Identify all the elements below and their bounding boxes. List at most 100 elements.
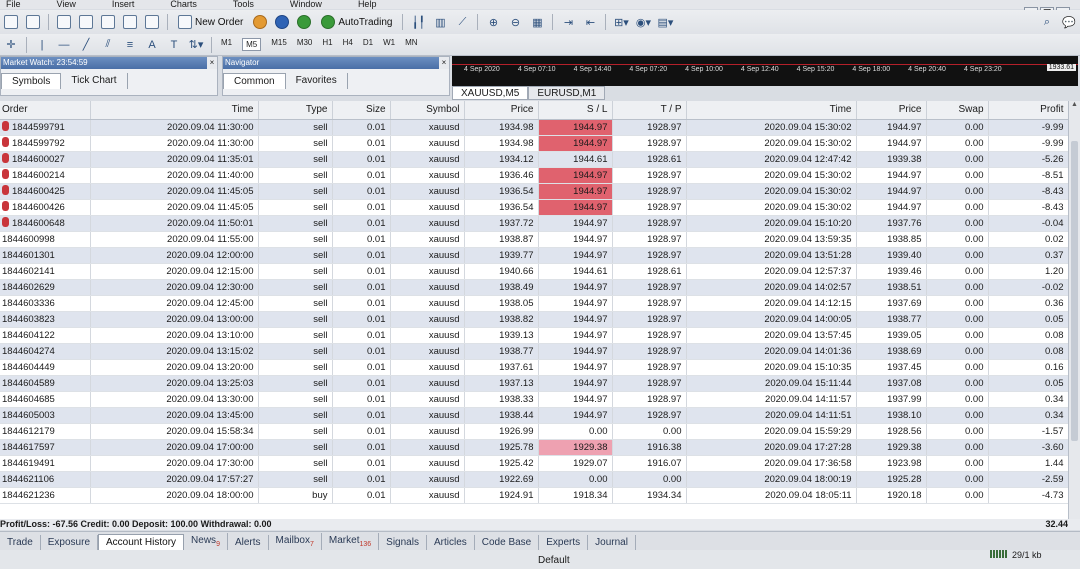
- menu-file[interactable]: File: [6, 0, 21, 9]
- tab-articles[interactable]: Articles: [427, 535, 475, 550]
- periods-icon[interactable]: ◉▾: [634, 13, 652, 31]
- column-header[interactable]: Swap: [926, 101, 989, 120]
- table-row[interactable]: 1844612179 2020.09.04 15:58:34 sell 0.01 xau…: [0, 423, 1068, 440]
- column-header[interactable]: Time: [686, 101, 857, 120]
- tab-alerts[interactable]: Alerts: [228, 535, 269, 550]
- auto-trading-button[interactable]: AutoTrading: [317, 13, 396, 31]
- timeframe-mn[interactable]: MN: [405, 38, 417, 51]
- tab-exposure[interactable]: Exposure: [41, 535, 99, 550]
- table-row[interactable]: 1844605003 2020.09.04 13:45:00 sell 0.01 xau…: [0, 407, 1068, 424]
- table-row[interactable]: 1844602629 2020.09.04 12:30:00 sell 0.01 xau…: [0, 279, 1068, 296]
- timeframe-m5[interactable]: M5: [242, 38, 262, 51]
- tab-account-history[interactable]: Account History: [98, 534, 185, 550]
- signals-icon[interactable]: [273, 13, 291, 31]
- timeframe-m15[interactable]: M15: [271, 38, 287, 51]
- data-window-icon[interactable]: [77, 13, 95, 31]
- table-row[interactable]: 1844604589 2020.09.04 13:25:03 sell 0.01 xau…: [0, 375, 1068, 392]
- arrows-icon[interactable]: ⇅▾: [187, 36, 205, 54]
- tab-mailbox[interactable]: Mailbox7: [269, 533, 322, 550]
- new-chart-icon[interactable]: [2, 13, 20, 31]
- tile-windows-icon[interactable]: ▦: [528, 13, 546, 31]
- table-row[interactable]: 1844600027 2020.09.04 11:35:01 sell 0.01 xau…: [0, 151, 1068, 168]
- menu-view[interactable]: View: [57, 0, 76, 9]
- menu-tools[interactable]: Tools: [233, 0, 254, 9]
- trendline-icon[interactable]: ╱: [77, 36, 95, 54]
- crosshair-icon[interactable]: ✛: [2, 36, 20, 54]
- column-header[interactable]: Symbol: [390, 101, 465, 120]
- market-watch-icon[interactable]: [55, 13, 73, 31]
- text-icon[interactable]: A: [143, 36, 161, 54]
- table-row[interactable]: 1844600648 2020.09.04 11:50:01 sell 0.01 xau…: [0, 215, 1068, 232]
- menu-charts[interactable]: Charts: [170, 0, 197, 9]
- column-header[interactable]: T / P: [612, 101, 687, 120]
- zoom-out-icon[interactable]: ⊖: [506, 13, 524, 31]
- tab-news[interactable]: News9: [184, 533, 228, 550]
- table-row[interactable]: 1844604122 2020.09.04 13:10:00 sell 0.01 xau…: [0, 327, 1068, 344]
- column-header[interactable]: Type: [258, 101, 333, 120]
- tab-symbols[interactable]: Symbols: [1, 73, 62, 89]
- table-row[interactable]: 1844601301 2020.09.04 12:00:00 sell 0.01 xau…: [0, 247, 1068, 264]
- tab-journal[interactable]: Journal: [588, 535, 636, 550]
- label-icon[interactable]: T: [165, 36, 183, 54]
- timeframe-h1[interactable]: H1: [322, 38, 332, 51]
- tab-experts[interactable]: Experts: [539, 535, 589, 550]
- close-icon[interactable]: ×: [439, 57, 449, 69]
- tab-code-base[interactable]: Code Base: [475, 535, 540, 550]
- profiles-icon[interactable]: [24, 13, 42, 31]
- tab-market[interactable]: Market136: [322, 533, 380, 550]
- scroll-up-icon[interactable]: ▲: [1069, 101, 1080, 108]
- table-row[interactable]: 1844621106 2020.09.04 17:57:27 sell 0.01 xau…: [0, 471, 1068, 488]
- tab-favorites[interactable]: Favorites: [286, 73, 348, 89]
- column-header[interactable]: Price: [856, 101, 927, 120]
- menu-window[interactable]: Window: [290, 0, 322, 9]
- table-row[interactable]: 1844600998 2020.09.04 11:55:00 sell 0.01 xau…: [0, 231, 1068, 248]
- column-header[interactable]: Profit: [988, 101, 1068, 120]
- table-row[interactable]: 1844604449 2020.09.04 13:20:00 sell 0.01 xau…: [0, 359, 1068, 376]
- table-row[interactable]: 1844603823 2020.09.04 13:00:00 sell 0.01 xau…: [0, 311, 1068, 328]
- table-row[interactable]: 1844617597 2020.09.04 17:00:00 sell 0.01 xau…: [0, 439, 1068, 456]
- column-header[interactable]: Time: [90, 101, 259, 120]
- line-chart-icon[interactable]: ⟋: [453, 13, 471, 31]
- table-row[interactable]: 1844621236 2020.09.04 18:00:00 buy 0.01 xauu…: [0, 487, 1068, 504]
- fibonacci-icon[interactable]: ≡: [121, 36, 139, 54]
- table-row[interactable]: 1844619491 2020.09.04 17:30:00 sell 0.01 xau…: [0, 455, 1068, 472]
- chart-tab-eurusd[interactable]: EURUSD,M1: [528, 86, 606, 100]
- chart-window[interactable]: 4 Sep 2020 4 Sep 07:10 4 Sep 14:40 4 Sep 07…: [452, 56, 1078, 86]
- tab-signals[interactable]: Signals: [379, 535, 427, 550]
- metaeditor-icon[interactable]: [251, 13, 269, 31]
- chart-tab-xauusd[interactable]: XAUUSD,M5: [452, 86, 529, 100]
- table-row[interactable]: 1844604274 2020.09.04 13:15:02 sell 0.01 xau…: [0, 343, 1068, 360]
- vps-icon[interactable]: [295, 13, 313, 31]
- table-row[interactable]: 1844602141 2020.09.04 12:15:00 sell 0.01 xau…: [0, 263, 1068, 280]
- scroll-thumb[interactable]: [1071, 141, 1078, 441]
- chat-icon[interactable]: 💬: [1060, 13, 1078, 31]
- table-row[interactable]: 1844599792 2020.09.04 11:30:00 sell 0.01 xau…: [0, 135, 1068, 152]
- table-row[interactable]: 1844600426 2020.09.04 11:45:05 sell 0.01 xau…: [0, 199, 1068, 216]
- auto-scroll-icon[interactable]: ⇥: [559, 13, 577, 31]
- column-header[interactable]: Size: [332, 101, 391, 120]
- candlestick-icon[interactable]: ▥: [431, 13, 449, 31]
- menu-insert[interactable]: Insert: [112, 0, 135, 9]
- zoom-in-icon[interactable]: ⊕: [484, 13, 502, 31]
- column-header[interactable]: Price: [464, 101, 539, 120]
- indicators-icon[interactable]: ⊞▾: [612, 13, 630, 31]
- column-header[interactable]: S / L: [538, 101, 613, 120]
- timeframe-d1[interactable]: D1: [363, 38, 373, 51]
- table-row[interactable]: 1844604685 2020.09.04 13:30:00 sell 0.01 xau…: [0, 391, 1068, 408]
- search-icon[interactable]: ⌕: [1038, 13, 1056, 31]
- vertical-line-icon[interactable]: |: [33, 36, 51, 54]
- terminal-icon[interactable]: [121, 13, 139, 31]
- channel-icon[interactable]: ⫽: [99, 36, 117, 54]
- strategy-tester-icon[interactable]: [143, 13, 161, 31]
- timeframe-m1[interactable]: M1: [221, 38, 232, 51]
- navigator-icon[interactable]: [99, 13, 117, 31]
- tab-trade[interactable]: Trade: [0, 535, 41, 550]
- menu-help[interactable]: Help: [358, 0, 377, 9]
- horizontal-line-icon[interactable]: —: [55, 36, 73, 54]
- timeframe-h4[interactable]: H4: [343, 38, 353, 51]
- timeframe-w1[interactable]: W1: [383, 38, 395, 51]
- column-header[interactable]: Order: [0, 101, 91, 120]
- bar-chart-icon[interactable]: ╽╿: [409, 13, 427, 31]
- templates-icon[interactable]: ▤▾: [656, 13, 674, 31]
- tab-tick-chart[interactable]: Tick Chart: [61, 73, 128, 89]
